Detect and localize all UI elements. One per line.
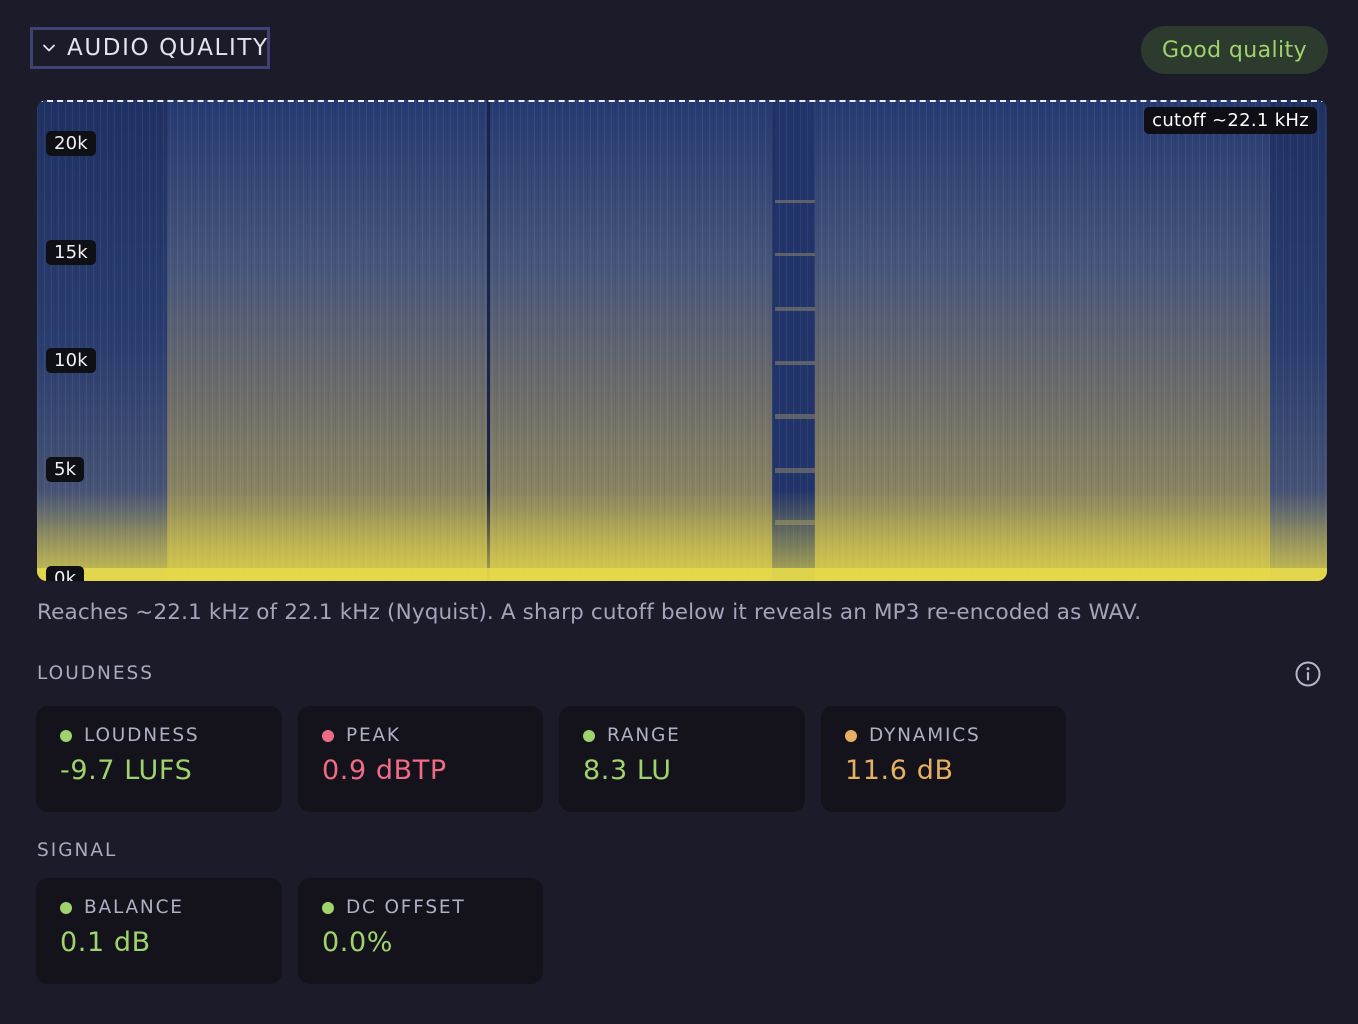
chevron-down-icon: [41, 37, 57, 59]
loudness-title: LOUDNESS: [37, 663, 155, 684]
card-label: LOUDNESS: [84, 725, 200, 746]
freq-tick-5k: 5k: [46, 457, 85, 482]
freq-tick-0k: 0k: [46, 566, 85, 581]
audio-quality-toggle[interactable]: AUDIO QUALITY: [30, 27, 270, 69]
card-label: DC OFFSET: [346, 897, 466, 918]
card-value: 0.0%: [322, 927, 393, 958]
status-dot: [60, 729, 72, 742]
status-dot: [845, 729, 857, 742]
card-value: -9.7 LUFS: [60, 755, 193, 786]
status-dot: [322, 729, 334, 742]
card-value: 8.3 LU: [583, 755, 672, 786]
range-card: RANGE 8.3 LU: [559, 706, 805, 812]
card-value: 11.6 dB: [845, 755, 954, 786]
section-title: AUDIO QUALITY: [67, 35, 269, 61]
freq-tick-10k: 10k: [46, 348, 96, 373]
card-value: 0.9 dBTP: [322, 755, 447, 786]
status-dot: [322, 901, 334, 914]
audio-quality-header: AUDIO QUALITY Good quality: [0, 0, 1358, 100]
cutoff-line: [37, 100, 1327, 102]
card-value: 0.1 dB: [60, 927, 151, 958]
card-label: DYNAMICS: [869, 725, 981, 746]
freq-tick-15k: 15k: [46, 240, 96, 265]
status-dot: [583, 729, 595, 742]
status-dot: [60, 901, 72, 914]
card-label: PEAK: [346, 725, 401, 746]
card-label: BALANCE: [84, 897, 184, 918]
signal-title: SIGNAL: [37, 840, 118, 861]
card-label: RANGE: [607, 725, 681, 746]
dynamics-card: DYNAMICS 11.6 dB: [821, 706, 1066, 812]
quality-status-badge: Good quality: [1141, 26, 1328, 74]
loudness-card: LOUDNESS -9.7 LUFS: [36, 706, 282, 812]
spectrogram: cutoff ~22.1 kHz 20k 15k 10k 5k 0k: [37, 100, 1327, 581]
balance-card: BALANCE 0.1 dB: [36, 878, 282, 984]
info-icon[interactable]: [1294, 660, 1322, 688]
peak-card: PEAK 0.9 dBTP: [298, 706, 543, 812]
freq-tick-20k: 20k: [46, 131, 96, 156]
spectrogram-image: [37, 100, 1327, 581]
dc-offset-card: DC OFFSET 0.0%: [298, 878, 543, 984]
cutoff-label: cutoff ~22.1 kHz: [1144, 107, 1317, 134]
spectrogram-caption: Reaches ~22.1 kHz of 22.1 kHz (Nyquist).…: [37, 600, 1142, 625]
